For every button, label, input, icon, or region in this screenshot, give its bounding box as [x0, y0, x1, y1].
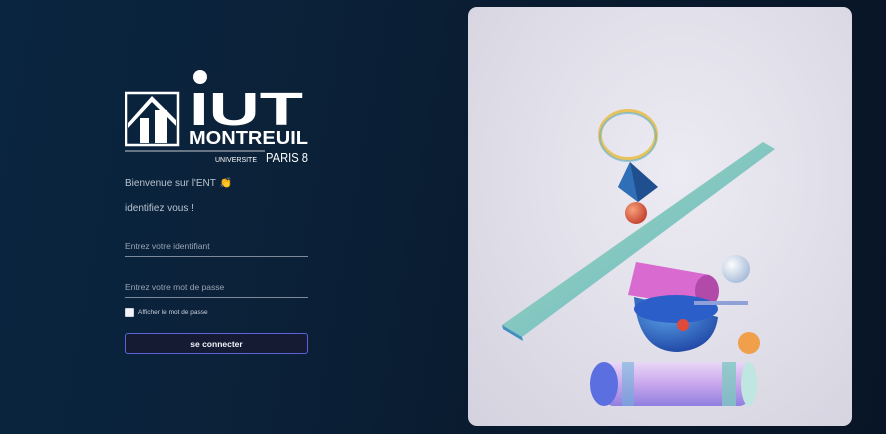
welcome-label: Bienvenue sur l'ENT [125, 178, 216, 189]
logo-city-text: MONTREUIL [189, 128, 308, 148]
show-password-label: Afficher le mot de passe [138, 309, 208, 316]
connect-button[interactable]: se connecter [125, 333, 308, 354]
login-subtitle: identifiez vous ! [125, 203, 194, 214]
iut-montreuil-logo: IUT MONTREUIL UNIVERSITE PARIS 8 [125, 70, 308, 165]
hero-illustration [468, 7, 852, 426]
logo-university-label: UNIVERSITE [215, 157, 257, 164]
username-input[interactable] [125, 236, 308, 257]
show-password-checkbox[interactable] [125, 308, 134, 317]
abstract-3d-shapes-image [502, 109, 775, 406]
welcome-text: Bienvenue sur l'ENT 👏 [125, 178, 232, 189]
clap-emoji-icon: 👏 [219, 178, 233, 189]
show-password-toggle[interactable]: Afficher le mot de passe [125, 308, 208, 317]
logo-university-name: PARIS 8 [266, 150, 308, 165]
password-input[interactable] [125, 277, 308, 298]
